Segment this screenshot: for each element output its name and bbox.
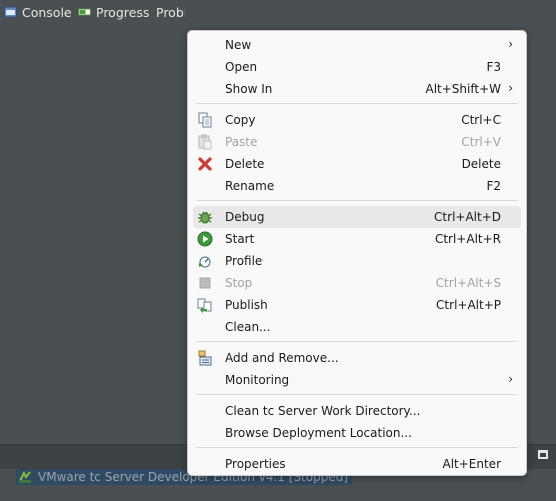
- start-play-icon: [197, 231, 213, 247]
- debug-bug-icon: [198, 211, 212, 224]
- context-menu: New › Open F3 Show In Alt+Shift+W › Copy…: [187, 30, 527, 476]
- menu-item-shortcut: Ctrl+Alt+S: [435, 276, 501, 290]
- menu-separator: [196, 200, 518, 201]
- menu-item-label: Delete: [225, 157, 265, 171]
- tab-console-label: Console: [22, 4, 72, 20]
- menu-item-clean[interactable]: Clean...: [193, 316, 521, 338]
- publish-icon: [197, 298, 212, 313]
- menu-item-shortcut: Ctrl+Alt+P: [436, 298, 501, 312]
- menu-separator: [196, 447, 518, 448]
- menu-item-rename[interactable]: Rename F2: [193, 175, 521, 197]
- minimize-view-icon[interactable]: [538, 450, 548, 459]
- menu-item-label: Stop: [225, 276, 253, 290]
- menu-item-label: Copy: [225, 113, 256, 127]
- menu-item-shortcut: Ctrl+V: [461, 135, 501, 149]
- menu-item-add-remove[interactable]: Add and Remove...: [193, 347, 521, 369]
- menu-item-label: Properties: [225, 457, 286, 471]
- menu-item-label: Browse Deployment Location...: [225, 426, 412, 440]
- submenu-arrow-icon: ›: [508, 372, 513, 386]
- menu-item-properties[interactable]: Properties Alt+Enter: [193, 453, 521, 475]
- menu-item-label: Add and Remove...: [225, 351, 339, 365]
- tab-progress[interactable]: Progress: [78, 2, 149, 22]
- paste-icon: [198, 134, 212, 150]
- menu-item-label: Clean tc Server Work Directory...: [225, 404, 421, 418]
- menu-item-shortcut: Ctrl+C: [461, 113, 501, 127]
- submenu-arrow-icon: ›: [508, 81, 513, 95]
- menu-item-label: Paste: [225, 135, 258, 149]
- menu-item-label: Show In: [225, 82, 273, 96]
- menu-item-copy[interactable]: Copy Ctrl+C: [193, 109, 521, 131]
- menu-item-delete[interactable]: Delete Delete: [193, 153, 521, 175]
- menu-item-show-in[interactable]: Show In Alt+Shift+W ›: [193, 78, 521, 100]
- menu-separator: [196, 394, 518, 395]
- menu-item-browse-deployment[interactable]: Browse Deployment Location...: [193, 422, 521, 444]
- menu-separator: [196, 341, 518, 342]
- menu-item-label: Rename: [225, 179, 275, 193]
- menu-item-new[interactable]: New ›: [193, 34, 521, 56]
- menu-item-label: Publish: [225, 298, 268, 312]
- menu-item-label: Start: [225, 232, 255, 246]
- menu-item-shortcut: F2: [486, 179, 501, 193]
- menu-item-label: Profile: [225, 254, 263, 268]
- menu-item-shortcut: F3: [486, 60, 501, 74]
- menu-item-label: Debug: [225, 210, 265, 224]
- stop-icon: [199, 277, 211, 289]
- menu-item-clean-work-directory[interactable]: Clean tc Server Work Directory...: [193, 400, 521, 422]
- submenu-arrow-icon: ›: [508, 37, 513, 51]
- tab-problems[interactable]: Problems: [151, 2, 185, 22]
- progress-icon: [78, 8, 91, 16]
- menu-item-label: Clean...: [225, 320, 271, 334]
- menu-item-open[interactable]: Open F3: [193, 56, 521, 78]
- menu-item-shortcut: Ctrl+Alt+R: [434, 232, 501, 246]
- copy-icon: [198, 112, 212, 128]
- tab-progress-label: Progress: [96, 4, 150, 20]
- delete-icon: [198, 157, 212, 171]
- profile-icon: [199, 256, 211, 268]
- menu-item-shortcut: Ctrl+Alt+D: [434, 210, 501, 224]
- menu-item-profile[interactable]: Profile: [193, 250, 521, 272]
- tab-problems-label: Problems: [156, 4, 185, 20]
- menu-item-label: Monitoring: [225, 373, 290, 387]
- menu-item-debug[interactable]: Debug Ctrl+Alt+D: [193, 206, 521, 228]
- menu-item-label: Open: [225, 60, 258, 74]
- console-icon: [4, 6, 17, 18]
- menu-item-stop: Stop Ctrl+Alt+S: [193, 272, 521, 294]
- menu-item-paste: Paste Ctrl+V: [193, 131, 521, 153]
- menu-item-publish[interactable]: Publish Ctrl+Alt+P: [193, 294, 521, 316]
- menu-item-shortcut: Alt+Shift+W: [425, 82, 502, 96]
- menu-item-shortcut: Alt+Enter: [442, 457, 501, 471]
- tab-console[interactable]: Console: [4, 2, 72, 22]
- menu-item-label: New: [225, 38, 252, 52]
- menu-item-start[interactable]: Start Ctrl+Alt+R: [193, 228, 521, 250]
- menu-separator: [196, 103, 518, 104]
- menu-item-monitoring[interactable]: Monitoring ›: [193, 369, 521, 391]
- server-icon: [19, 471, 31, 483]
- menu-item-shortcut: Delete: [461, 157, 501, 171]
- add-remove-icon: [198, 350, 212, 366]
